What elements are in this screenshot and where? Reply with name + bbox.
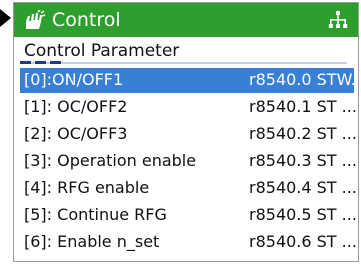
parameter-value: r8540.1 ST ...	[249, 97, 357, 116]
parameter-name: [3]: Operation enable	[24, 151, 197, 170]
title-bar: Control	[14, 3, 358, 37]
list-item[interactable]: [2]: OC/OFF3 r8540.2 ST ...	[20, 122, 357, 147]
list-item[interactable]: [4]: RFG enable r8540.4 ST ...	[20, 176, 357, 201]
parameter-name: [6]: Enable n_set	[24, 232, 160, 251]
parameter-value: r8540.4 ST ...	[249, 178, 357, 197]
list-item-selected[interactable]: [0]:ON/OFF1 r8540.0 STW.	[20, 68, 356, 93]
parameter-name: [1]: OC/OFF2	[24, 97, 128, 116]
parameter-name: [4]: RFG enable	[24, 178, 150, 197]
hand-icon	[26, 10, 46, 29]
list-item[interactable]: [1]: OC/OFF2 r8540.1 ST ...	[20, 95, 357, 120]
parameter-value: r8540.3 ST ...	[249, 151, 357, 170]
selection-pointer-icon	[0, 9, 11, 27]
parameter-value: r8540.5 ST ...	[249, 205, 357, 224]
list-item[interactable]: [5]: Continue RFG r8540.5 ST ...	[20, 203, 357, 228]
section-indicator	[20, 61, 31, 64]
parameter-name: [0]:ON/OFF1	[24, 70, 124, 89]
section-indicator	[50, 61, 61, 64]
section-title: Control Parameter	[24, 41, 180, 61]
parameter-name: [5]: Continue RFG	[24, 205, 167, 224]
section-header: Control Parameter	[14, 37, 358, 66]
parameter-name: [2]: OC/OFF3	[24, 124, 128, 143]
list-item[interactable]: [3]: Operation enable r8540.3 ST ...	[20, 149, 357, 174]
control-panel: Control Control Parameter [0]:ON/OFF1 r8…	[13, 2, 359, 262]
tree-icon[interactable]	[328, 10, 348, 30]
window-title: Control	[52, 9, 121, 31]
parameter-value: r8540.2 ST ...	[249, 124, 357, 143]
section-divider	[20, 62, 347, 64]
section-indicator	[35, 61, 46, 64]
list-item[interactable]: [6]: Enable n_set r8540.6 ST ...	[20, 230, 357, 255]
parameter-value: r8540.0 STW.	[249, 70, 356, 89]
parameter-value: r8540.6 ST ...	[249, 232, 357, 251]
